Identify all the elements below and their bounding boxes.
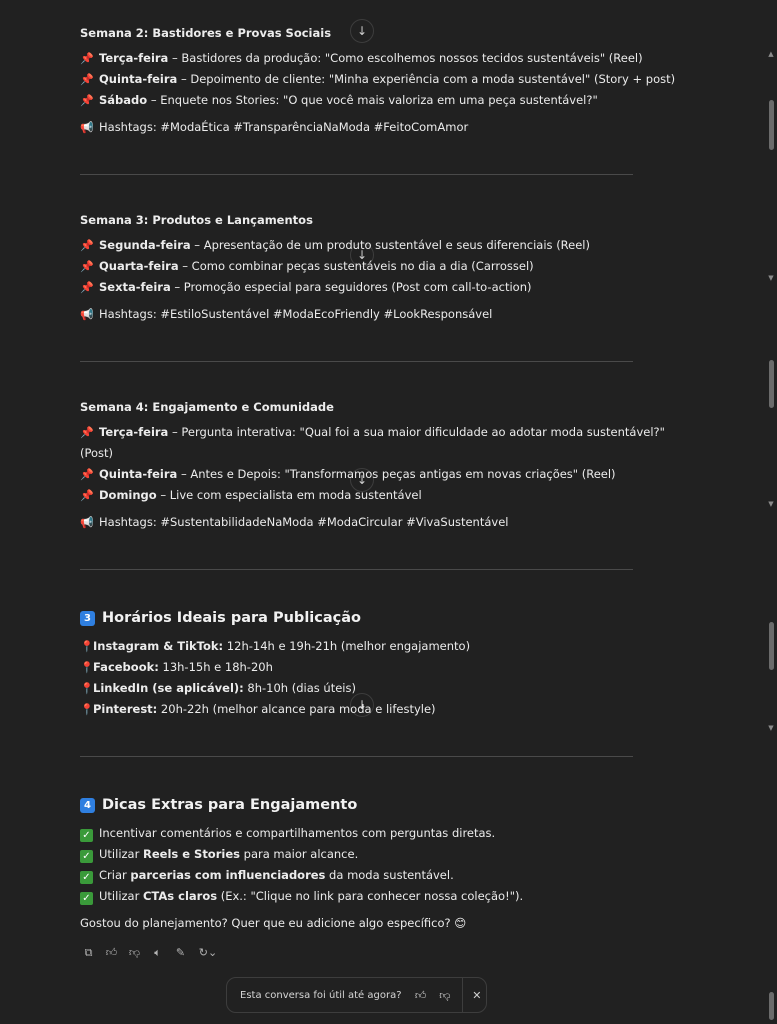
schedule-item: 📌 Sábado – Enquete nos Stories: "O que vo… bbox=[80, 90, 598, 111]
schedule-item: 📌 Domingo – Live com especialista em moda… bbox=[80, 485, 422, 506]
schedule-item: 📌 Quinta-feira – Antes e Depois: "Transfo… bbox=[80, 464, 616, 485]
scroll-down-arrow-icon[interactable]: ▼ bbox=[767, 494, 775, 515]
schedule-item: 📌 Terça-feira – Bastidores da produção: "… bbox=[80, 48, 643, 69]
thumbs-down-icon[interactable]: 👎︎ bbox=[126, 944, 143, 961]
check-mark-icon: ✓ bbox=[80, 829, 93, 842]
section-3-heading: 3 Horários Ideais para Publicação bbox=[80, 608, 361, 628]
close-icon[interactable]: ✕ bbox=[468, 985, 486, 1006]
posting-time-item: 📍Facebook: 13h-15h e 18h-20h bbox=[80, 657, 273, 678]
scroll-down-button[interactable]: ↓ bbox=[350, 19, 374, 43]
pushpin-icon: 📌 bbox=[80, 426, 94, 439]
regenerate-icon[interactable]: ↻⌄ bbox=[195, 944, 221, 961]
tip-item: ✓ Criar parcerias com influenciadores da … bbox=[80, 865, 454, 886]
pushpin-icon: 📌 bbox=[80, 468, 94, 481]
thumbs-up-icon[interactable]: 👍︎ bbox=[103, 944, 120, 961]
divider bbox=[80, 361, 633, 362]
round-pushpin-icon: 📍 bbox=[80, 703, 94, 716]
schedule-item: 📌 Quarta-feira – Como combinar peças sust… bbox=[80, 256, 534, 277]
schedule-item: 📌 Quinta-feira – Depoimento de cliente: "… bbox=[80, 69, 675, 90]
megaphone-icon: 📢 bbox=[80, 308, 94, 321]
pushpin-icon: 📌 bbox=[80, 260, 94, 273]
scrollbar-thumb[interactable] bbox=[769, 622, 774, 670]
divider bbox=[80, 569, 633, 570]
keycap-3-icon: 3 bbox=[80, 611, 95, 626]
posting-time-item: 📍LinkedIn (se aplicável): 8h-10h (dias ú… bbox=[80, 678, 356, 699]
copy-icon[interactable]: ⧉ bbox=[80, 944, 97, 961]
tip-item: ✓ Incentivar comentários e compartilhamen… bbox=[80, 823, 495, 844]
scroll-up-arrow-icon[interactable]: ▲ bbox=[767, 44, 775, 65]
hashtags-line: 📢 Hashtags: #ModaÉtica #TransparênciaNaMo… bbox=[80, 117, 468, 138]
week-4-title: Semana 4: Engajamento e Comunidade bbox=[80, 400, 334, 414]
pushpin-icon: 📌 bbox=[80, 73, 94, 86]
schedule-item-continuation: (Post) bbox=[80, 446, 114, 460]
divider bbox=[80, 756, 633, 757]
keycap-4-icon: 4 bbox=[80, 798, 95, 813]
edit-icon[interactable]: ✎ bbox=[172, 944, 189, 961]
megaphone-icon: 📢 bbox=[80, 516, 94, 529]
scrollbar-thumb[interactable] bbox=[769, 992, 774, 1020]
hashtags-line: 📢 Hashtags: #SustentabilidadeNaModa #Moda… bbox=[80, 512, 508, 533]
check-mark-icon: ✓ bbox=[80, 892, 93, 905]
tip-item: ✓ Utilizar Reels e Stories para maior alc… bbox=[80, 844, 358, 865]
feedback-question: Esta conversa foi útil até agora? bbox=[240, 989, 402, 1001]
message-actions: ⧉ 👍︎ 👎︎ 🔈︎ ✎ ↻⌄ bbox=[80, 944, 221, 961]
thumbs-down-icon[interactable]: 👎︎ bbox=[436, 985, 454, 1006]
week-2-title: Semana 2: Bastidores e Provas Sociais bbox=[80, 26, 332, 40]
round-pushpin-icon: 📍 bbox=[80, 640, 94, 653]
check-mark-icon: ✓ bbox=[80, 871, 93, 884]
scrollbar-thumb[interactable] bbox=[769, 360, 774, 408]
round-pushpin-icon: 📍 bbox=[80, 661, 94, 674]
round-pushpin-icon: 📍 bbox=[80, 682, 94, 695]
week-3-title: Semana 3: Produtos e Lançamentos bbox=[80, 213, 313, 227]
scroll-down-arrow-icon[interactable]: ▼ bbox=[767, 268, 775, 289]
schedule-item: 📌 Sexta-feira – Promoção especial para se… bbox=[80, 277, 531, 298]
read-aloud-icon[interactable]: 🔈︎ bbox=[149, 944, 166, 961]
pushpin-icon: 📌 bbox=[80, 489, 94, 502]
feedback-bar: Esta conversa foi útil até agora? 👍︎ 👎︎ … bbox=[226, 977, 487, 1013]
posting-time-item: 📍Pinterest: 20h-22h (melhor alcance para… bbox=[80, 699, 436, 720]
schedule-item: 📌 Segunda-feira – Apresentação de um prod… bbox=[80, 235, 590, 256]
pushpin-icon: 📌 bbox=[80, 281, 94, 294]
scroll-down-arrow-icon[interactable]: ▼ bbox=[767, 718, 775, 739]
divider bbox=[80, 174, 633, 175]
section-4-heading: 4 Dicas Extras para Engajamento bbox=[80, 795, 357, 815]
schedule-item: 📌 Terça-feira – Pergunta interativa: "Qua… bbox=[80, 422, 665, 443]
pushpin-icon: 📌 bbox=[80, 239, 94, 252]
megaphone-icon: 📢 bbox=[80, 121, 94, 134]
hashtags-line: 📢 Hashtags: #EstiloSustentável #ModaEcoFr… bbox=[80, 304, 492, 325]
closing-message: Gostou do planejamento? Quer que eu adic… bbox=[80, 916, 467, 930]
pushpin-icon: 📌 bbox=[80, 52, 94, 65]
thumbs-up-icon[interactable]: 👍︎ bbox=[412, 985, 430, 1006]
posting-time-item: 📍Instagram & TikTok: 12h-14h e 19h-21h (… bbox=[80, 636, 470, 657]
divider bbox=[461, 978, 463, 1012]
tip-item: ✓ Utilizar CTAs claros (Ex.: "Clique no l… bbox=[80, 886, 523, 907]
scrollbar-thumb[interactable] bbox=[769, 100, 774, 150]
check-mark-icon: ✓ bbox=[80, 850, 93, 863]
pushpin-icon: 📌 bbox=[80, 94, 94, 107]
